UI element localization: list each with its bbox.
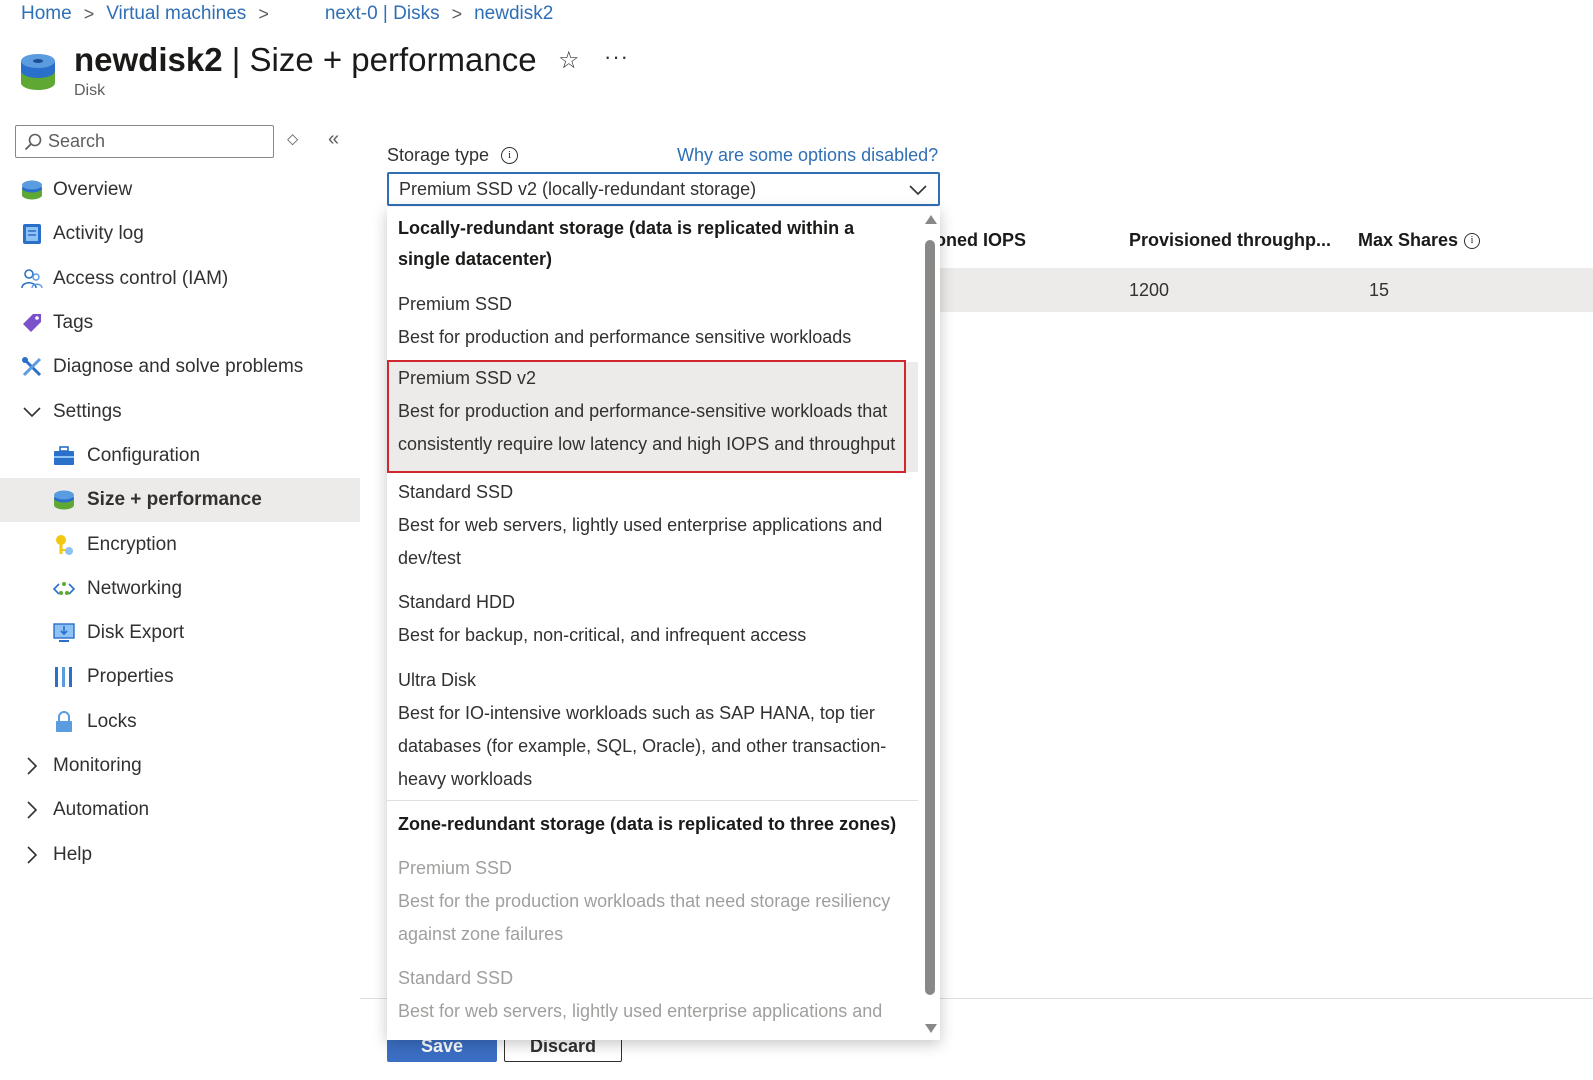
option-zrs-premium-ssd: Premium SSD Best for the production work… bbox=[398, 858, 891, 944]
breadcrumb-newdisk2[interactable]: newdisk2 bbox=[474, 3, 553, 25]
sidebar-item-automation[interactable]: Automation bbox=[0, 788, 360, 832]
group-header-lrs: Locally-redundant storage (data is repli… bbox=[398, 218, 855, 269]
info-icon[interactable]: i bbox=[501, 147, 519, 164]
sidebar-nav: Overview Activity log Access control (IA… bbox=[0, 168, 360, 877]
breadcrumb-next-0-disks[interactable]: next-0 | Disks bbox=[325, 3, 440, 25]
sidebar-item-configuration[interactable]: Configuration bbox=[0, 434, 360, 478]
sidebar-item-diagnose[interactable]: Diagnose and solve problems bbox=[0, 345, 360, 389]
breadcrumb: Home > Virtual machines > next-0 | Disks… bbox=[21, 2, 553, 26]
storage-type-selected-value: Premium SSD v2 (locally-redundant storag… bbox=[399, 178, 757, 199]
sidebar-item-size-performance[interactable]: Size + performance bbox=[0, 478, 360, 523]
star-icon[interactable]: ☆ bbox=[558, 46, 580, 75]
chevron-down-icon bbox=[909, 185, 927, 196]
properties-icon bbox=[53, 666, 75, 688]
sidebar-item-monitoring[interactable]: Monitoring bbox=[0, 744, 360, 788]
tag-icon bbox=[21, 312, 43, 334]
dropdown-scrollbar[interactable] bbox=[924, 215, 937, 1033]
why-options-disabled-link[interactable]: Why are some options disabled? bbox=[677, 145, 938, 166]
scroll-down-icon[interactable] bbox=[925, 1024, 937, 1033]
chevron-right-icon bbox=[21, 755, 43, 777]
sidebar-item-activity-log[interactable]: Activity log bbox=[0, 212, 360, 256]
max-shares-value: 15 bbox=[1369, 280, 1390, 300]
storage-type-dropdown: Locally-redundant storage (data is repli… bbox=[387, 207, 940, 1040]
key-icon bbox=[53, 534, 75, 556]
storage-type-label: Storage type i bbox=[387, 145, 519, 166]
chevron-right-icon: > bbox=[451, 3, 463, 24]
sidebar-search[interactable] bbox=[15, 125, 274, 158]
sidebar-item-overview[interactable]: Overview bbox=[0, 168, 360, 212]
export-icon bbox=[53, 622, 75, 644]
page-header: newdisk2 | Size + performance Disk bbox=[20, 40, 537, 100]
breadcrumb-home[interactable]: Home bbox=[21, 3, 72, 25]
disk-icon bbox=[21, 179, 43, 201]
wrench-icon bbox=[21, 356, 43, 378]
chevron-right-icon bbox=[21, 799, 43, 821]
more-options-icon[interactable]: ··· bbox=[604, 44, 629, 70]
sidebar-item-locks[interactable]: Locks bbox=[0, 700, 360, 744]
sidebar-item-disk-export[interactable]: Disk Export bbox=[0, 611, 360, 655]
search-icon bbox=[24, 133, 42, 150]
collapse-sidebar-icon[interactable]: « bbox=[328, 128, 339, 151]
breadcrumb-virtual-machines[interactable]: Virtual machines bbox=[106, 3, 246, 25]
sidebar-item-access-control[interactable]: Access control (IAM) bbox=[0, 257, 360, 301]
option-zrs-standard-ssd: Standard SSD Best for web servers, light… bbox=[398, 968, 883, 1021]
info-icon[interactable]: i bbox=[1464, 232, 1481, 249]
sidebar-item-properties[interactable]: Properties bbox=[0, 655, 360, 699]
option-lrs-standard-hdd[interactable]: Standard HDD Best for backup, non-critic… bbox=[387, 586, 918, 652]
table-row[interactable] bbox=[930, 268, 1593, 312]
group-header-zrs: Zone-redundant storage (data is replicat… bbox=[398, 814, 897, 834]
group-divider bbox=[387, 800, 918, 801]
chevron-right-icon bbox=[21, 844, 43, 866]
chevron-right-icon: > bbox=[83, 3, 95, 24]
column-header-iops: ioned IOPS bbox=[930, 230, 1027, 250]
toolbox-icon bbox=[53, 445, 75, 467]
column-header-throughput: Provisioned throughp... bbox=[1129, 230, 1331, 250]
chevron-down-icon bbox=[21, 401, 43, 423]
network-icon bbox=[53, 578, 75, 600]
search-input[interactable] bbox=[48, 131, 248, 152]
scroll-thumb[interactable] bbox=[925, 240, 935, 995]
sidebar-item-tags[interactable]: Tags bbox=[0, 301, 360, 345]
option-lrs-premium-ssd[interactable]: Premium SSD Best for production and perf… bbox=[387, 288, 918, 354]
column-header-max-shares: Max Shares i bbox=[1358, 230, 1481, 251]
disk-icon bbox=[53, 489, 75, 511]
lock-icon bbox=[53, 710, 75, 733]
page-title: newdisk2 | Size + performance bbox=[74, 41, 537, 78]
highlight-box bbox=[387, 360, 906, 473]
option-lrs-ultra-disk[interactable]: Ultra Disk Best for IO-intensive workloa… bbox=[387, 664, 918, 796]
disk-icon bbox=[21, 54, 55, 90]
option-lrs-standard-ssd[interactable]: Standard SSD Best for web servers, light… bbox=[387, 476, 918, 575]
activity-log-icon bbox=[21, 223, 43, 245]
sidebar-item-help[interactable]: Help bbox=[0, 832, 360, 876]
throughput-value: 1200 bbox=[1129, 280, 1170, 300]
sidebar-item-settings[interactable]: Settings bbox=[0, 389, 360, 433]
sidebar-item-encryption[interactable]: Encryption bbox=[0, 522, 360, 566]
page-subtitle: Disk bbox=[74, 82, 106, 99]
sort-icon[interactable]: ⬦ bbox=[287, 131, 298, 149]
sidebar-item-networking[interactable]: Networking bbox=[0, 567, 360, 611]
scroll-up-icon[interactable] bbox=[925, 215, 937, 224]
people-icon bbox=[21, 268, 43, 290]
storage-type-select[interactable]: Premium SSD v2 (locally-redundant storag… bbox=[387, 172, 940, 206]
chevron-right-icon: > bbox=[258, 3, 269, 24]
